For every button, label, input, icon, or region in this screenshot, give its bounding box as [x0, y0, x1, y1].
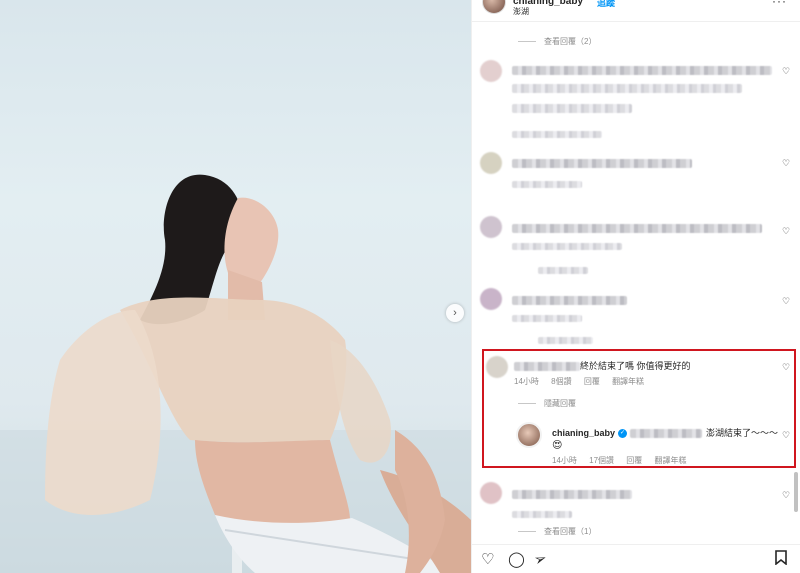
highlighted-comment: 終於結束了嗎 你值得更好的: [514, 359, 691, 372]
reply-time: 14小時: [552, 456, 577, 465]
bookmark-icon[interactable]: [775, 550, 787, 569]
comment-avatar[interactable]: [480, 152, 502, 174]
heart-icon[interactable]: ♡: [782, 226, 790, 237]
comment-time: 14小時: [514, 377, 539, 386]
heart-icon[interactable]: ♡: [481, 550, 494, 568]
comment-avatar[interactable]: [486, 356, 508, 378]
owner-reply: chianing_baby ✓ 澎湖結束了～～～: [552, 426, 778, 439]
owner-reply-text: 澎湖結束了～～～: [706, 428, 779, 438]
post-photo: ›: [0, 0, 471, 573]
comment-blurred-line: [538, 332, 593, 350]
share-icon[interactable]: ➢: [531, 548, 550, 569]
verified-icon: ✓: [618, 429, 628, 439]
comment-avatar[interactable]: [480, 482, 502, 504]
comment-blurred: [512, 292, 627, 310]
translate-button[interactable]: 翻譯年糕: [655, 456, 687, 465]
photo-illustration: [0, 174, 471, 573]
more-icon[interactable]: ···: [772, 0, 787, 8]
owner-avatar[interactable]: [516, 422, 542, 448]
author-avatar[interactable]: [482, 0, 506, 14]
comment-meta-blurred: [512, 310, 582, 328]
comment-likes[interactable]: 8個讚: [551, 377, 571, 386]
comment-blurred: [512, 486, 632, 504]
heart-icon[interactable]: ♡: [782, 296, 790, 307]
comment-meta-blurred: [512, 506, 572, 524]
comment-blurred-line: [512, 100, 632, 118]
heart-icon[interactable]: ♡: [782, 362, 790, 373]
action-bar: ♡ ◯ ➢: [471, 544, 800, 573]
owner-reply-emoji: 😍: [552, 440, 563, 451]
scrollbar[interactable]: [794, 472, 798, 512]
comment-blurred-line: [512, 80, 742, 98]
owner-username[interactable]: chianing_baby: [552, 428, 615, 438]
comment-avatar[interactable]: [480, 216, 502, 238]
heart-icon[interactable]: ♡: [782, 158, 790, 169]
follow-button[interactable]: 追蹤: [597, 0, 615, 9]
comment-meta-blurred: [512, 176, 582, 194]
comment-blurred: [512, 62, 772, 80]
comment-blurred: [512, 220, 762, 238]
hide-replies-label: 隱藏回覆: [544, 399, 576, 408]
heart-icon[interactable]: ♡: [782, 430, 790, 441]
view-replies-label: 查看回覆（1）: [544, 527, 597, 536]
view-replies-button[interactable]: 查看回覆（2）: [518, 36, 596, 47]
comment-meta-blurred: [512, 126, 602, 144]
post-location[interactable]: 澎湖: [513, 6, 529, 17]
instagram-post-view: › chianing_baby 追蹤 澎湖 ··· 查看回覆（2） ♡ ♡ ♡ …: [0, 0, 800, 573]
reply-button[interactable]: 回覆: [584, 377, 600, 386]
comment-avatar[interactable]: [480, 60, 502, 82]
heart-icon[interactable]: ♡: [782, 490, 790, 501]
heart-icon[interactable]: ♡: [782, 66, 790, 77]
comment-meta-blurred: [512, 238, 622, 256]
view-replies-label: 查看回覆（2）: [544, 37, 597, 46]
highlighted-comment-text: 終於結束了嗎 你值得更好的: [580, 361, 691, 371]
highlighted-comment-meta: 14小時 8個讚 回覆 翻譯年糕: [514, 376, 654, 387]
translate-button[interactable]: 翻譯年糕: [612, 377, 644, 386]
owner-reply-meta: 14小時 17個讚 回覆 翻譯年糕: [552, 455, 697, 466]
hide-replies-button[interactable]: 隱藏回覆: [518, 398, 576, 409]
comment-blurred: [512, 155, 692, 173]
post-header: chianing_baby 追蹤 澎湖 ···: [472, 0, 800, 22]
comment-avatar[interactable]: [480, 288, 502, 310]
reply-button[interactable]: 回覆: [626, 456, 642, 465]
comment-icon[interactable]: ◯: [508, 550, 525, 568]
view-replies-button[interactable]: 查看回覆（1）: [518, 526, 596, 537]
comment-blurred-line: [538, 262, 588, 280]
chevron-right-icon: ›: [453, 307, 457, 319]
next-photo-button[interactable]: ›: [446, 304, 464, 322]
reply-likes[interactable]: 17個讚: [589, 456, 614, 465]
